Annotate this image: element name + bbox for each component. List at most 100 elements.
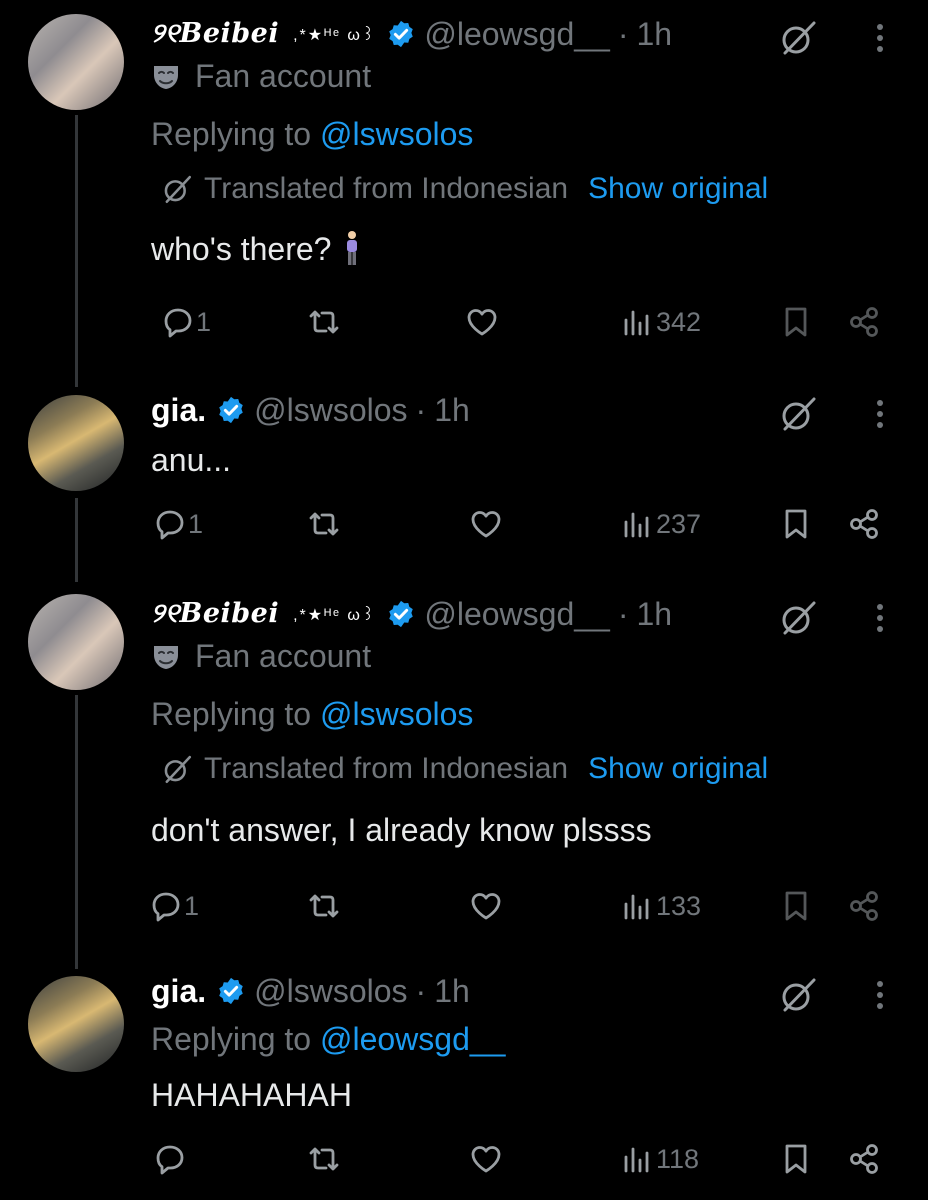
grok-icon[interactable] [778,394,818,434]
tweet-body: who's there? [151,230,332,267]
bookmark-icon [778,304,814,340]
more-icon[interactable] [866,598,894,638]
more-icon[interactable] [866,975,894,1015]
display-name[interactable]: gia. [151,392,206,429]
avatar[interactable] [28,14,124,110]
replying-to-prefix: Replying to [151,1021,320,1057]
verified-badge-icon [216,976,246,1006]
tweet-header: ୨୧Beibei ,*★ᴴᵉ ω꒱ @leowsgd__ · 1h [151,592,672,636]
reply-icon [148,888,184,924]
bookmark-button[interactable] [778,888,814,924]
reply-button[interactable]: 1 [148,888,199,924]
bookmark-icon [778,506,814,542]
reply-button[interactable]: 1 [152,506,203,542]
like-icon [468,888,504,924]
translate-icon [160,752,194,786]
separator-dot: · [415,972,427,1009]
translated-label: Translated from Indonesian [204,752,569,785]
timestamp[interactable]: 1h [434,392,470,429]
views-count: 342 [656,306,702,337]
reply-icon [152,1141,188,1177]
repost-button[interactable] [306,888,342,924]
like-button[interactable] [468,1141,504,1177]
like-button[interactable] [468,888,504,924]
views-button[interactable]: 237 [620,506,701,542]
translation-bar: Translated from Indonesian Show original [160,172,768,206]
timestamp[interactable]: 1h [434,973,470,1010]
reply-button[interactable] [152,1141,188,1177]
share-button[interactable] [846,888,882,924]
action-bar: 1 237 [0,506,928,554]
bookmark-icon [778,1141,814,1177]
grok-icon[interactable] [778,598,818,638]
views-icon [620,888,656,924]
replying-to-mention[interactable]: @lswsolos [320,696,473,732]
tweet-text: HAHAHAHAH [151,1077,352,1114]
share-button[interactable] [846,506,882,542]
display-name-decoration: ,*★ᴴᵉ ω꒱ [293,27,377,44]
reply-button[interactable]: 1 [160,304,211,340]
repost-button[interactable] [306,304,342,340]
avatar[interactable] [28,976,124,1072]
show-original-link[interactable]: Show original [588,752,768,786]
tweet-text: anu... [151,442,231,479]
action-bar: 118 [0,1141,928,1189]
tweet-header: gia. @lswsolos · 1h [151,388,470,432]
translate-icon [160,172,194,206]
grok-icon[interactable] [778,18,818,58]
share-icon [846,304,882,340]
like-icon [468,1141,504,1177]
share-button[interactable] [846,1141,882,1177]
timestamp[interactable]: 1h [637,16,673,53]
views-count: 237 [656,508,702,539]
like-button[interactable] [468,506,504,542]
separator-dot: · [415,391,427,428]
replying-to: Replying to @leowsgd__ [151,1021,505,1058]
views-button[interactable]: 133 [620,888,701,924]
reply-icon [160,304,196,340]
reply-count: 1 [184,890,200,921]
avatar[interactable] [28,395,124,491]
display-name[interactable]: ୨୧Beibei [151,18,279,50]
views-button[interactable]: 118 [620,1141,699,1177]
reply-count: 1 [196,306,212,337]
more-icon[interactable] [866,18,894,58]
grok-icon[interactable] [778,975,818,1015]
share-button[interactable] [846,304,882,340]
repost-icon [306,304,342,340]
views-icon [620,304,656,340]
tweet-text: don't answer, I already know plssss [151,812,652,849]
replying-to-prefix: Replying to [151,116,320,152]
fan-account-text: Fan account [195,638,372,674]
tweet-text: who's there? [151,230,361,268]
replying-to-mention[interactable]: @lswsolos [320,116,473,152]
separator-dot: · [617,595,629,632]
like-button[interactable] [464,304,500,340]
user-handle[interactable]: @lswsolos [254,973,407,1010]
views-button[interactable]: 342 [620,304,701,340]
bookmark-button[interactable] [778,304,814,340]
user-handle[interactable]: @leowsgd__ [424,596,609,633]
views-icon [620,506,656,542]
show-original-link[interactable]: Show original [588,172,768,206]
display-name-decoration: ,*★ᴴᵉ ω꒱ [293,607,377,624]
user-handle[interactable]: @leowsgd__ [424,16,609,53]
person-emoji-icon [343,230,361,268]
display-name[interactable]: gia. [151,973,206,1010]
timestamp[interactable]: 1h [637,596,673,633]
more-icon[interactable] [866,394,894,434]
mask-icon [151,642,181,672]
share-icon [846,1141,882,1177]
user-handle[interactable]: @lswsolos [254,392,407,429]
repost-button[interactable] [306,506,342,542]
verified-badge-icon [386,19,416,49]
bookmark-button[interactable] [778,1141,814,1177]
reply-count: 1 [188,508,204,539]
action-bar: 1 133 [0,888,928,936]
bookmark-button[interactable] [778,506,814,542]
replying-to-mention[interactable]: @leowsgd__ [320,1021,505,1057]
display-name[interactable]: ୨୧Beibei [151,598,279,630]
translation-bar: Translated from Indonesian Show original [160,752,768,786]
avatar[interactable] [28,594,124,690]
repost-button[interactable] [306,1141,342,1177]
